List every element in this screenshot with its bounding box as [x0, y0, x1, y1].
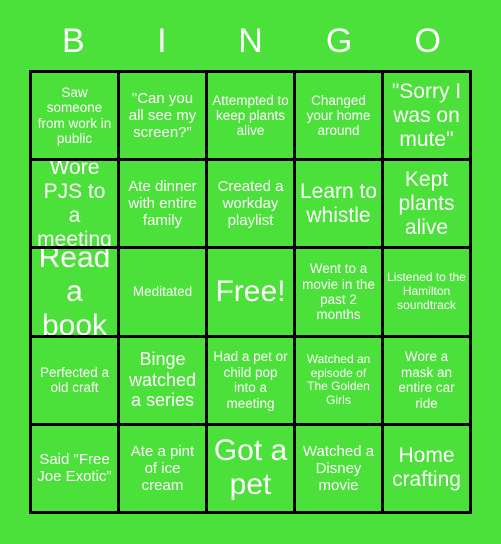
bingo-cell-r5c5[interactable]: Home crafting: [384, 425, 469, 511]
header-letter-o: O: [414, 22, 441, 60]
bingo-cell-r5c2[interactable]: Ate a pint of ice cream: [120, 425, 205, 511]
bingo-cell-r2c2[interactable]: Ate dinner with entire family: [120, 161, 205, 247]
header-letter-g: G: [325, 22, 353, 60]
bingo-cell-r4c2[interactable]: Binge watched a series: [120, 337, 205, 423]
bingo-cell-r4c3[interactable]: Had a pet or child pop into a meeting: [208, 337, 293, 423]
bingo-cell-r4c1[interactable]: Perfected a old craft: [32, 337, 117, 423]
bingo-header: B I N G O: [29, 14, 472, 68]
bingo-cell-r4c4[interactable]: Watched an episode of The Golden Girls: [296, 337, 381, 423]
bingo-cell-r2c5[interactable]: Kept plants alive: [384, 161, 469, 247]
bingo-cell-r5c4[interactable]: Watched a Disney movie: [296, 425, 381, 511]
bingo-cell-r2c1[interactable]: Wore PJS to a meeting: [32, 161, 117, 247]
bingo-cell-r2c4[interactable]: Learn to whistle: [296, 161, 381, 247]
bingo-cell-r3c1[interactable]: Read a book: [32, 249, 117, 335]
bingo-cell-r1c2[interactable]: "Can you all see my screen?": [120, 73, 205, 159]
bingo-cell-r1c3[interactable]: Attempted to keep plants alive: [208, 73, 293, 159]
bingo-cell-r2c3[interactable]: Created a workday playlist: [208, 161, 293, 247]
bingo-card: B I N G O Saw someone from work in publi…: [0, 0, 501, 544]
bingo-cell-r3c4[interactable]: Went to a movie in the past 2 months: [296, 249, 381, 335]
bingo-cell-r1c5[interactable]: "Sorry I was on mute": [384, 73, 469, 159]
bingo-cell-r1c1[interactable]: Saw someone from work in public: [32, 73, 117, 159]
header-letter-i: I: [157, 22, 167, 60]
bingo-cell-r1c4[interactable]: Changed your home around: [296, 73, 381, 159]
bingo-cell-r4c5[interactable]: Wore a mask an entire car ride: [384, 337, 469, 423]
bingo-cell-r3c3[interactable]: Free!: [208, 249, 293, 335]
header-letter-b: B: [61, 22, 85, 60]
bingo-cell-r3c2[interactable]: Meditated: [120, 249, 205, 335]
bingo-cell-r3c5[interactable]: Listened to the Hamilton soundtrack: [384, 249, 469, 335]
bingo-grid: Saw someone from work in public "Can you …: [29, 70, 472, 514]
header-letter-n: N: [238, 22, 263, 60]
bingo-cell-r5c3[interactable]: Got a pet: [208, 425, 293, 511]
bingo-cell-r5c1[interactable]: Said "Free Joe Exotic": [32, 425, 117, 511]
